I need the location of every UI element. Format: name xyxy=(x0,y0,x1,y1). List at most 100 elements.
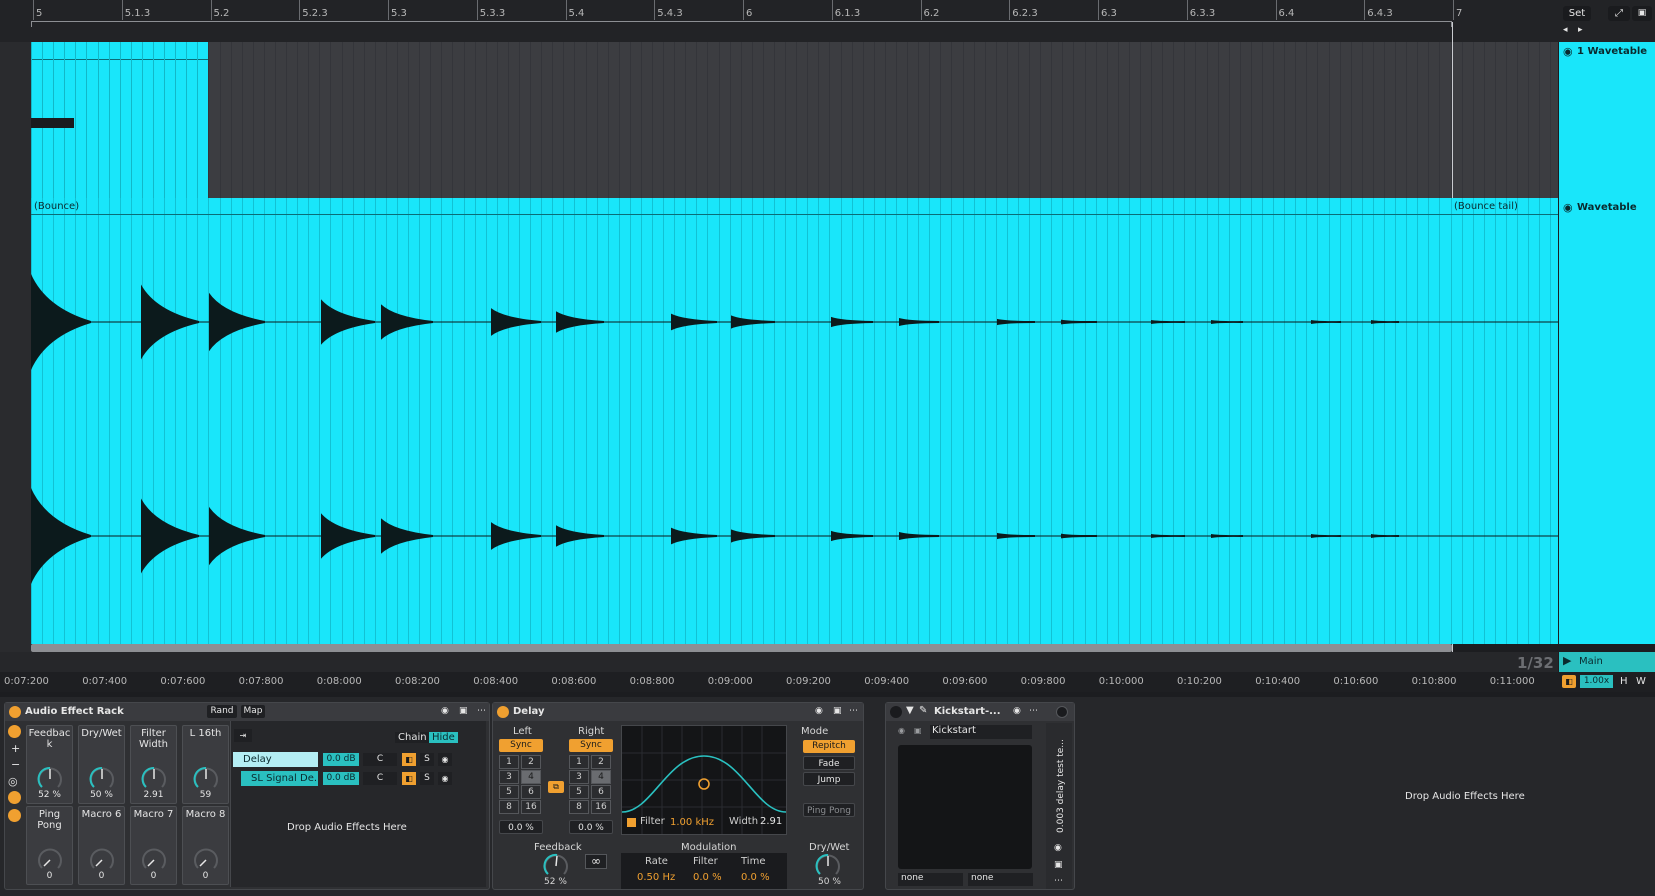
feedback-value[interactable]: 52 % xyxy=(544,877,567,887)
follow-icon[interactable]: ◧ xyxy=(1562,675,1576,688)
rack-power-icon[interactable] xyxy=(9,706,21,718)
save-icon[interactable]: ▣ xyxy=(1054,860,1063,870)
macro-knob-dial[interactable] xyxy=(37,766,63,792)
delay-division-1[interactable]: 1 xyxy=(569,755,589,769)
zoom-value[interactable]: 1.00x xyxy=(1580,675,1613,688)
save-icon[interactable]: ▣ xyxy=(459,706,468,716)
chain-pan[interactable]: C xyxy=(363,772,397,785)
time-label[interactable]: 0:09:000 xyxy=(708,676,753,687)
track-1-name[interactable]: 1 Wavetable xyxy=(1577,46,1647,57)
ruler-label[interactable]: 5.4.3 xyxy=(657,8,682,19)
more-icon[interactable]: ⋯ xyxy=(1029,706,1038,716)
left-sync-button[interactable]: Sync xyxy=(499,739,543,752)
ruler-label[interactable]: 5.3.3 xyxy=(480,8,505,19)
chain-volume[interactable]: 0.0 dB xyxy=(323,753,359,766)
delay-division-1[interactable]: 1 xyxy=(499,755,519,769)
power-icon[interactable] xyxy=(890,706,902,718)
solo-button[interactable]: S xyxy=(420,772,434,785)
beat-ruler[interactable]: 5 5.1.3 5.2 5.2.3 5.3 5.3.3 5.4 5.4.3 6 6.1.3 6.2 6… xyxy=(0,0,1560,42)
macro-view-icon[interactable] xyxy=(8,725,21,738)
time-label[interactable]: 0:08:200 xyxy=(395,676,440,687)
delay-division-16[interactable]: 16 xyxy=(521,800,541,814)
ruler-label[interactable]: 5.1.3 xyxy=(125,8,150,19)
wrench-icon[interactable]: ✎ xyxy=(919,705,927,716)
macro-knob-dial[interactable] xyxy=(193,766,219,792)
loop-brace[interactable] xyxy=(31,21,1452,27)
record-icon[interactable] xyxy=(1056,706,1068,718)
track-fold-icon[interactable]: ◉ xyxy=(1563,45,1573,58)
time-label[interactable]: 0:07:600 xyxy=(160,676,205,687)
preset-lock-icon[interactable]: ◉ xyxy=(898,726,905,735)
ruler-label[interactable]: 6.3.3 xyxy=(1190,8,1215,19)
ruler-label[interactable]: 6 xyxy=(746,8,752,19)
fold-icon[interactable]: ▼ xyxy=(906,705,914,716)
chain-row[interactable]: Delay 0.0 dB C ◧ S ◉ xyxy=(231,751,485,768)
ruler-label[interactable]: 5.2.3 xyxy=(302,8,327,19)
map-button[interactable]: Map xyxy=(241,705,265,718)
set-button[interactable]: Set xyxy=(1563,6,1591,21)
ruler-label[interactable]: 5.3 xyxy=(391,8,407,19)
ruler-label[interactable]: 6.3 xyxy=(1101,8,1117,19)
delay-division-4[interactable]: 4 xyxy=(521,770,541,784)
more-icon[interactable]: ⋯ xyxy=(1054,876,1063,886)
macro-knob-6[interactable]: Macro 6 0 xyxy=(78,806,125,885)
freeze-infinity-button[interactable]: ∞ xyxy=(585,854,607,869)
ruler-label[interactable]: 6.2.3 xyxy=(1012,8,1037,19)
delay-division-6[interactable]: 6 xyxy=(591,785,611,799)
drop-audio-effects-zone[interactable]: Drop Audio Effects Here xyxy=(1405,791,1525,802)
filter-freq[interactable]: 1.00 kHz xyxy=(670,817,714,828)
speaker-icon[interactable]: ◧ xyxy=(402,753,416,766)
main-track-header[interactable]: ▶ Main xyxy=(1558,652,1655,672)
more-icon[interactable]: ⋯ xyxy=(477,706,486,716)
filter-display[interactable]: Filter 1.00 kHz Width 2.91 xyxy=(621,725,787,835)
macro-knob-2[interactable]: Dry/Wet 50 % xyxy=(78,725,125,804)
ruler-label[interactable]: 6.4.3 xyxy=(1367,8,1392,19)
audio-waveform[interactable] xyxy=(31,198,1558,644)
feedback-knob[interactable] xyxy=(543,853,569,879)
macro-knob-dial[interactable] xyxy=(141,766,167,792)
input-select-1[interactable]: none xyxy=(898,873,963,886)
mode-repitch[interactable]: Repitch xyxy=(803,740,855,753)
rack-title[interactable]: Audio Effect Rack xyxy=(25,706,124,717)
time-value[interactable]: 0.0 % xyxy=(741,872,770,883)
hotswap-icon[interactable]: ◉ xyxy=(438,753,452,766)
preset-save-icon[interactable]: ▣ xyxy=(914,726,922,735)
macro-knob-1[interactable]: Feedbac k 52 % xyxy=(26,725,73,804)
ruler-label[interactable]: 6.1.3 xyxy=(835,8,860,19)
hotswap-icon[interactable]: ◉ xyxy=(815,706,823,716)
time-label[interactable]: 0:10:400 xyxy=(1255,676,1300,687)
time-label[interactable]: 0:10:200 xyxy=(1177,676,1222,687)
time-label[interactable]: 0:08:600 xyxy=(551,676,596,687)
delay-division-6[interactable]: 6 xyxy=(521,785,541,799)
hotswap-icon[interactable]: ◉ xyxy=(441,706,449,716)
delay-division-3[interactable]: 3 xyxy=(569,770,589,784)
macro-knob-dial[interactable] xyxy=(193,847,219,873)
time-label[interactable]: 0:09:400 xyxy=(864,676,909,687)
time-label[interactable]: 0:10:000 xyxy=(1099,676,1144,687)
macro-knob-dial[interactable] xyxy=(89,847,115,873)
nav-left-icon[interactable]: ◂ xyxy=(1563,25,1575,37)
left-offset[interactable]: 0.0 % xyxy=(499,820,543,834)
speaker-icon[interactable]: ◧ xyxy=(402,772,416,785)
delay-division-16[interactable]: 16 xyxy=(591,800,611,814)
delay-division-8[interactable]: 8 xyxy=(569,800,589,814)
list-view-icon[interactable] xyxy=(8,809,21,822)
time-label[interactable]: 0:08:400 xyxy=(473,676,518,687)
time-label[interactable]: 0:11:000 xyxy=(1490,676,1535,687)
delay-division-4[interactable]: 4 xyxy=(591,770,611,784)
time-label[interactable]: 0:07:200 xyxy=(4,676,49,687)
delay-division-5[interactable]: 5 xyxy=(499,785,519,799)
main-track-name[interactable]: Main xyxy=(1579,656,1603,667)
macro-knob-dial[interactable] xyxy=(37,847,63,873)
time-label[interactable]: 0:08:800 xyxy=(630,676,675,687)
right-offset[interactable]: 0.0 % xyxy=(569,820,613,834)
delay-title[interactable]: Delay xyxy=(513,706,544,717)
macro-knob-dial[interactable] xyxy=(141,847,167,873)
horizontal-scrollbar[interactable] xyxy=(31,644,1452,652)
ruler-label[interactable]: 6.4 xyxy=(1279,8,1295,19)
play-icon[interactable]: ▶ xyxy=(1563,654,1571,667)
time-label[interactable]: 0:10:600 xyxy=(1333,676,1378,687)
track-fold-icon[interactable]: ◉ xyxy=(1563,201,1573,214)
time-label[interactable]: 0:09:800 xyxy=(1021,676,1066,687)
chain-name[interactable]: Delay xyxy=(233,752,318,767)
